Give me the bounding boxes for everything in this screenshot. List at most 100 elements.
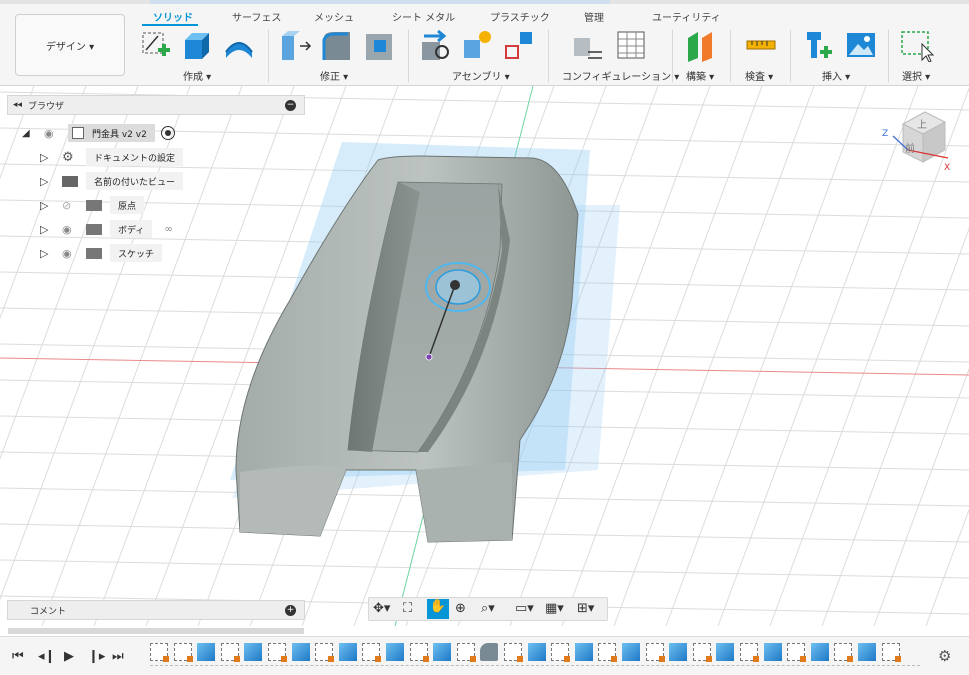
timeline-sketch-icon[interactable] <box>456 643 476 662</box>
canvas-viewport[interactable]: 上 前 Z X <box>0 86 969 626</box>
timeline-sketch-icon[interactable] <box>598 643 618 662</box>
comments-panel[interactable]: コメント + <box>7 600 305 620</box>
timeline-sketch-icon[interactable] <box>740 643 759 662</box>
timeline-extrude-icon[interactable] <box>197 643 216 661</box>
timeline-sketch-icon[interactable] <box>881 643 901 662</box>
viewports-icon[interactable]: ⊞▾ <box>577 601 594 616</box>
timeline-extrude-icon[interactable] <box>716 643 735 661</box>
fit-icon[interactable]: ⌕▾ <box>481 601 495 616</box>
zoom-icon[interactable]: ⊕ <box>455 601 466 616</box>
timeline-sketch-icon[interactable] <box>220 643 240 662</box>
timeline-prev-icon[interactable]: ◂❙ <box>38 649 55 664</box>
pan-icon[interactable]: ✋ <box>427 599 449 619</box>
construct-group-label[interactable]: 構築 ▾ <box>686 68 714 83</box>
timeline-start-icon[interactable]: ⏮ <box>12 649 24 664</box>
timeline-extrude-icon[interactable] <box>574 643 593 661</box>
timeline-fillet-icon[interactable] <box>480 643 499 661</box>
expand-icon[interactable]: ▷ <box>40 223 62 236</box>
hidden-eye-icon[interactable]: ⊘ <box>62 199 86 212</box>
add-comment-icon[interactable]: + <box>285 605 296 616</box>
browser-root-row[interactable]: ◢ ◉ 門金具 v2 v2 <box>22 124 175 142</box>
assemble-group-label[interactable]: アセンブリ ▾ <box>452 68 510 83</box>
tab-utilities[interactable]: ユーティリティ <box>652 9 721 24</box>
create-sketch-icon[interactable] <box>138 28 172 62</box>
extrude-icon[interactable] <box>180 28 214 62</box>
timeline-next-icon[interactable]: ❙▸ <box>88 649 105 664</box>
configure-group-label[interactable]: コンフィギュレーション ▾ <box>562 68 679 83</box>
browser-header[interactable]: ◂◂ ブラウザ − <box>7 95 305 115</box>
collapse-panel-icon[interactable]: − <box>285 100 296 111</box>
browser-item-sketches[interactable]: ▷ ◉ スケッチ <box>40 244 163 262</box>
expand-icon[interactable]: ▷ <box>40 151 62 164</box>
tab-solid[interactable]: ソリッド <box>153 9 193 24</box>
revolve-icon[interactable] <box>222 28 256 62</box>
timeline-sketch-icon[interactable] <box>173 643 193 662</box>
timeline-extrude-icon[interactable] <box>291 643 310 661</box>
tab-surface[interactable]: サーフェス <box>232 9 281 24</box>
timeline-extrude-icon[interactable] <box>433 643 452 661</box>
browser-item-named-views[interactable]: ▷ 名前の付いたビュー <box>40 172 184 190</box>
expand-icon[interactable]: ▷ <box>40 199 62 212</box>
tab-plastic[interactable]: プラスチック <box>490 9 550 24</box>
timeline-sketch-icon[interactable] <box>551 643 571 662</box>
timeline-extrude-icon[interactable] <box>669 643 688 661</box>
timeline-settings-gear-icon[interactable]: ⚙ <box>938 647 951 665</box>
timeline-extrude-icon[interactable] <box>386 643 404 661</box>
timeline-extrude-icon[interactable] <box>527 643 546 661</box>
tab-mesh[interactable]: メッシュ <box>314 9 354 24</box>
inspect-group-label[interactable]: 検査 ▾ <box>745 68 773 83</box>
timeline-sketch-icon[interactable] <box>315 643 335 662</box>
timeline-sketch-icon[interactable] <box>409 643 429 662</box>
rigid-group-icon[interactable] <box>502 28 536 62</box>
timeline-sketch-icon[interactable] <box>268 643 287 662</box>
shell-icon[interactable] <box>362 28 396 62</box>
collapse-browser-icon[interactable]: ◂◂ <box>13 100 22 110</box>
insert-group-label[interactable]: 挿入 ▾ <box>822 68 850 83</box>
modify-group-label[interactable]: 修正 ▾ <box>320 68 348 83</box>
browser-item-bodies[interactable]: ▷ ◉ ボディ ∞ <box>40 220 173 238</box>
timeline-extrude-icon[interactable] <box>622 643 640 661</box>
configuration-table-icon[interactable] <box>614 28 648 62</box>
insert-canvas-icon[interactable] <box>844 28 878 62</box>
insert-derive-icon[interactable] <box>802 28 836 62</box>
expand-icon[interactable]: ▷ <box>40 175 62 188</box>
look-at-icon[interactable]: ⛶ <box>403 601 412 616</box>
timeline-end-icon[interactable]: ⏭ <box>112 649 124 664</box>
timeline-sketch-icon[interactable] <box>787 643 807 662</box>
visibility-eye-icon[interactable]: ◉ <box>62 247 86 260</box>
workspace-dropdown[interactable]: デザイン ▾ <box>15 14 125 76</box>
grid-settings-icon[interactable]: ▦▾ <box>545 601 564 616</box>
browser-scrollbar[interactable] <box>8 628 304 634</box>
timeline-extrude-icon[interactable] <box>244 643 263 661</box>
visibility-eye-icon[interactable]: ◉ <box>44 127 68 140</box>
tab-manage[interactable]: 管理 <box>584 9 604 24</box>
browser-item-origin[interactable]: ▷ ⊘ 原点 <box>40 196 145 214</box>
timeline-play-icon[interactable]: ▶ <box>64 649 74 664</box>
timeline-extrude-icon[interactable] <box>338 643 357 661</box>
timeline-sketch-icon[interactable] <box>150 643 169 662</box>
new-component-icon[interactable] <box>460 28 494 62</box>
timeline-sketch-icon[interactable] <box>692 643 712 662</box>
create-group-label[interactable]: 作成 ▾ <box>183 68 211 83</box>
sketch-endpoint[interactable] <box>425 353 433 361</box>
offset-plane-icon[interactable] <box>684 28 718 62</box>
parameters-icon[interactable] <box>570 28 604 62</box>
timeline-sketch-icon[interactable] <box>834 643 854 662</box>
browser-item-document-settings[interactable]: ▷ ⚙ ドキュメントの設定 <box>40 148 184 166</box>
select-group-label[interactable]: 選択 ▾ <box>902 68 930 83</box>
timeline-extrude-icon[interactable] <box>858 643 876 661</box>
timeline-extrude-icon[interactable] <box>763 643 782 661</box>
expand-icon[interactable]: ▷ <box>40 247 62 260</box>
measure-icon[interactable] <box>744 28 778 62</box>
timeline-sketch-icon[interactable] <box>645 643 665 662</box>
timeline-sketch-icon[interactable] <box>362 643 382 662</box>
expand-root-icon[interactable]: ◢ <box>22 128 40 139</box>
timeline-extrude-icon[interactable] <box>810 643 829 661</box>
visibility-eye-icon[interactable]: ◉ <box>62 223 86 236</box>
display-settings-icon[interactable]: ▭▾ <box>515 601 534 616</box>
select-icon[interactable] <box>900 28 934 62</box>
press-pull-icon[interactable] <box>278 28 312 62</box>
joint-icon[interactable] <box>418 28 452 62</box>
timeline-sketch-icon[interactable] <box>504 643 523 662</box>
orbit-icon[interactable]: ✥▾ <box>373 601 390 616</box>
